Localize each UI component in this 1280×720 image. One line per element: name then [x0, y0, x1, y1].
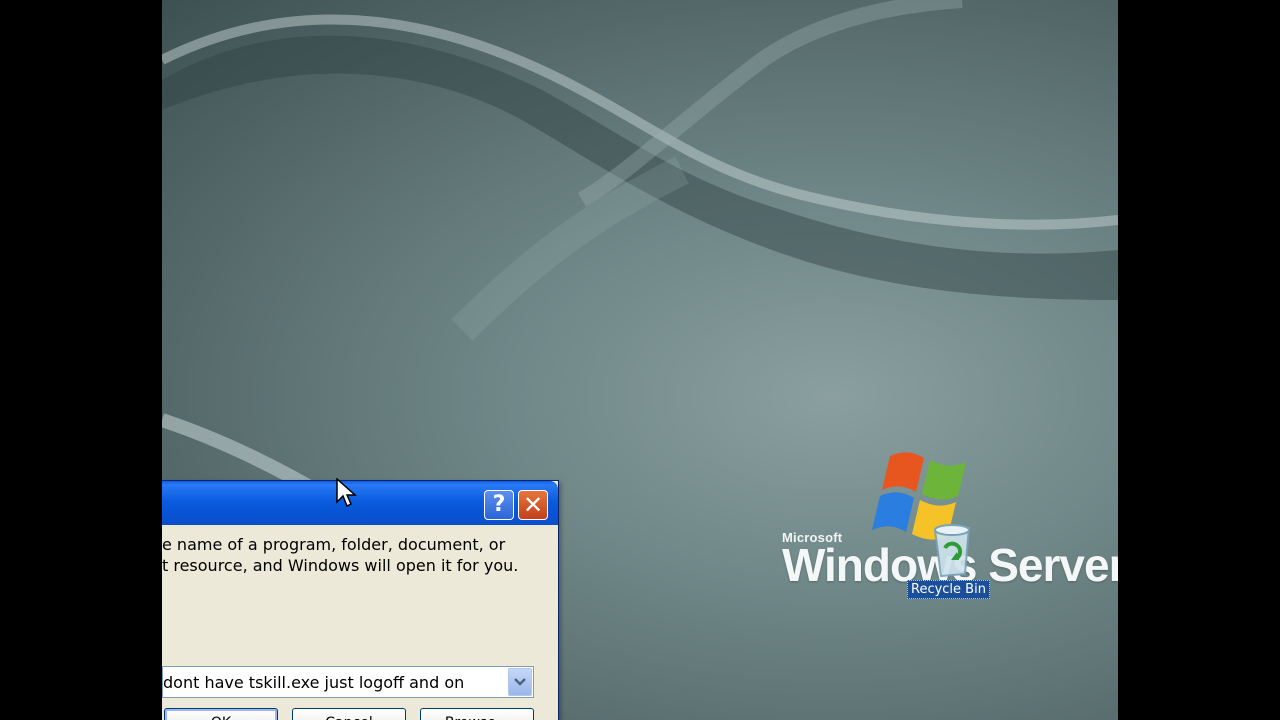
recycle-bin-label: Recycle Bin: [907, 580, 990, 599]
mouse-cursor-icon: [336, 478, 357, 508]
combobox-dropdown-button[interactable]: [508, 668, 532, 696]
open-input[interactable]: [163, 667, 505, 697]
description-line-2: t resource, and Windows will open it for…: [162, 556, 519, 575]
run-dialog: ? ✕ e name of a program, folder, documen…: [162, 480, 559, 720]
help-button[interactable]: ?: [484, 490, 514, 520]
recycle-bin-shortcut[interactable]: Recycle Bin: [907, 522, 1007, 604]
dialog-body: e name of a program, folder, document, o…: [162, 525, 558, 720]
desktop-background: Microsoft Windows Server Recycle Bin ? ✕…: [162, 0, 1118, 720]
browse-button[interactable]: Browse...: [420, 708, 534, 720]
cancel-button[interactable]: Cancel: [292, 708, 406, 720]
close-button[interactable]: ✕: [518, 490, 548, 520]
chevron-down-icon: [514, 678, 526, 686]
open-combobox[interactable]: [162, 666, 534, 698]
dialog-titlebar[interactable]: ? ✕: [162, 481, 558, 525]
recycle-bin-icon: [933, 524, 971, 578]
description-line-1: e name of a program, folder, document, o…: [162, 535, 506, 554]
ok-button[interactable]: OK: [164, 708, 278, 720]
